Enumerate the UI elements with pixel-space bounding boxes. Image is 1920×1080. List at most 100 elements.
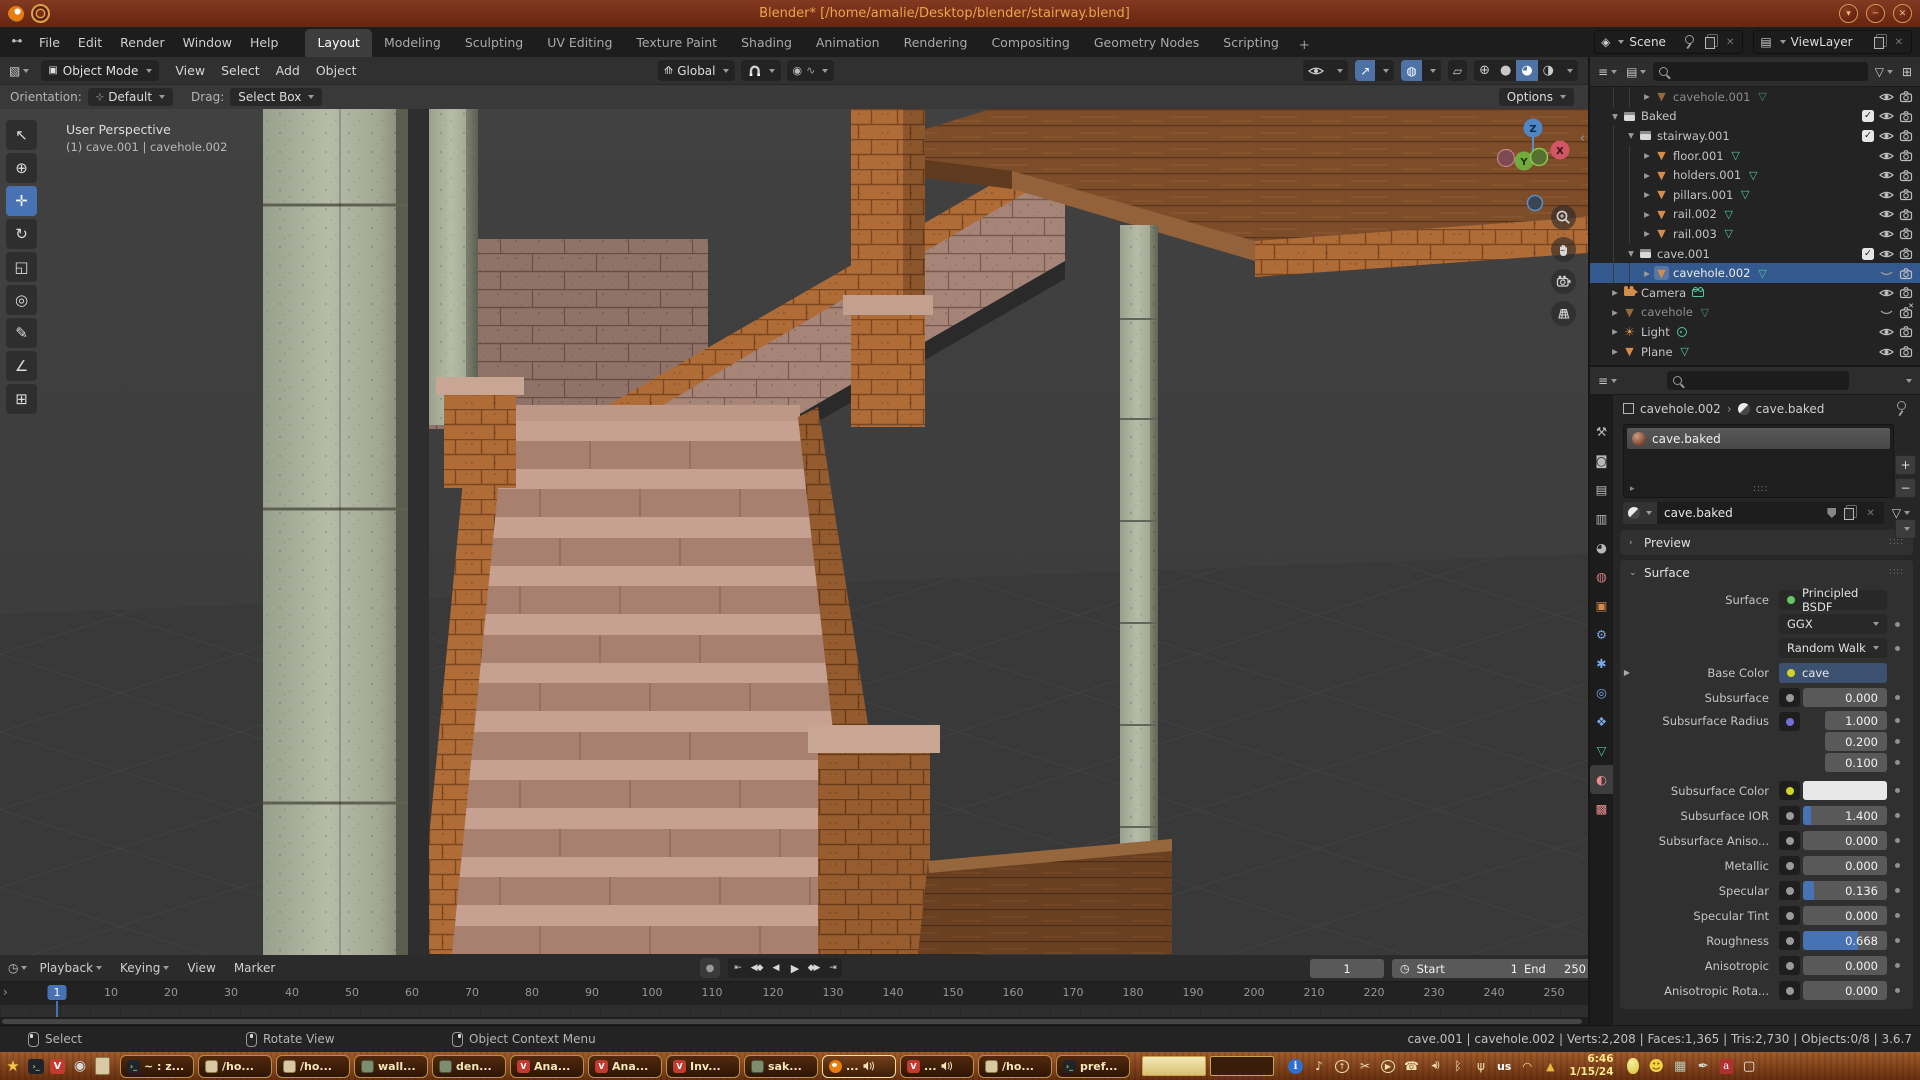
navigation-gizmo[interactable]: Z X Y [1494, 115, 1572, 193]
render-visibility-icon[interactable] [1899, 90, 1913, 103]
decorator-dot[interactable] [1890, 695, 1905, 700]
expand-arrow-icon[interactable]: ▶ [1620, 668, 1634, 677]
sss-method-dropdown[interactable]: Random Walk [1779, 638, 1887, 658]
taskbar-window-button[interactable]: Inv... [666, 1055, 740, 1078]
new-scene-icon[interactable] [1705, 37, 1715, 49]
taskbar-window-button[interactable]: Ana... [510, 1055, 584, 1078]
window-minimize-button[interactable]: ─ [1866, 4, 1885, 23]
timeline-menu[interactable]: Keying [112, 958, 177, 978]
tray-icon[interactable]: ✂ [1358, 1059, 1372, 1073]
base-color-field[interactable]: cave [1779, 663, 1887, 683]
workspace-tab[interactable]: Shading [729, 29, 804, 57]
outliner-row[interactable]: Baked [1590, 107, 1920, 127]
taskbar-app-icon[interactable]: ✒ [1696, 1059, 1710, 1074]
expand-arrow-icon[interactable] [1608, 327, 1622, 336]
browse-material-button[interactable] [1623, 502, 1657, 524]
pan-hand-icon[interactable] [1551, 237, 1576, 262]
input-socket-button[interactable] [1779, 906, 1800, 925]
render-visibility-icon[interactable] [1899, 129, 1913, 142]
timeline-editor-type-button[interactable]: ◷ [6, 960, 29, 976]
input-socket-button[interactable] [1779, 881, 1800, 900]
topbar-menu[interactable]: Edit [69, 31, 111, 54]
solid-shading-button[interactable]: ● [1495, 60, 1516, 81]
frame-end-field[interactable]: End 250 [1516, 959, 1588, 978]
workspace-tab[interactable]: Layout [305, 29, 372, 57]
workspace-tab[interactable]: Compositing [979, 29, 1081, 57]
material-name-field[interactable]: cave.baked ✕ [1657, 502, 1884, 524]
taskbar-window-button[interactable]: ~ : z... [120, 1055, 194, 1078]
properties-tab[interactable]: ✱ [1590, 649, 1613, 678]
eye-open-icon[interactable] [1879, 189, 1894, 201]
viewport-tool-button[interactable]: ∠ [6, 351, 37, 381]
expand-arrow-icon[interactable] [1640, 210, 1654, 219]
render-visibility-icon[interactable] [1899, 247, 1913, 260]
outliner-row[interactable]: Light [1590, 322, 1920, 342]
decorator-dot[interactable] [1890, 760, 1905, 765]
render-visibility-icon[interactable] [1899, 325, 1913, 338]
eye-open-icon[interactable] [1879, 150, 1894, 162]
timeline-menu[interactable]: Marker [226, 958, 283, 978]
eye-open-icon[interactable] [1879, 110, 1894, 122]
gizmos-toggle[interactable]: ↗ [1355, 60, 1394, 81]
taskbar-window-button[interactable]: Ana... [588, 1055, 662, 1078]
render-visibility-icon[interactable] [1899, 188, 1913, 201]
decorator-dot[interactable] [1890, 813, 1905, 818]
timeline-menu[interactable]: View [179, 958, 223, 978]
properties-tab[interactable]: ◙ [1590, 446, 1613, 475]
properties-options-button[interactable] [1901, 378, 1914, 384]
render-visibility-icon[interactable] [1899, 227, 1913, 240]
outliner-row[interactable]: holders.001 [1590, 165, 1920, 185]
outliner-filter-button[interactable]: ▽ [1873, 64, 1895, 80]
timeline-track[interactable] [0, 1005, 1588, 1017]
input-socket-button[interactable] [1779, 781, 1800, 800]
taskbar-app-icon[interactable] [1626, 1058, 1640, 1074]
new-viewlayer-icon[interactable] [1874, 37, 1884, 49]
viewport-menu[interactable]: Select [213, 60, 268, 81]
properties-tab[interactable]: ▣ [1590, 591, 1613, 620]
sidebar-collapse-arrow[interactable]: ‹ [1580, 131, 1585, 146]
taskbar-app-icon[interactable]: ☻ [1649, 1057, 1665, 1075]
new-collection-button[interactable]: ⊞ [1900, 64, 1914, 80]
decorator-dot[interactable] [1890, 888, 1905, 893]
taskbar-window-button[interactable]: ... [822, 1055, 896, 1078]
tray-icon[interactable]: ♪ [1312, 1059, 1326, 1073]
properties-tab[interactable]: ◎ [1590, 678, 1613, 707]
auto-keying-record-button[interactable]: ● [700, 958, 720, 978]
viewport-tool-button[interactable]: ✎ [6, 318, 37, 348]
slot-grip-icon[interactable] [1753, 484, 1768, 495]
decorator-dot[interactable] [1890, 863, 1905, 868]
property-slider[interactable]: 0.000 [1803, 906, 1887, 925]
topbar-menu[interactable]: Help [241, 31, 288, 54]
tray-icon[interactable]: ᛒ [1451, 1059, 1465, 1073]
eye-open-icon[interactable] [1879, 130, 1894, 142]
decorator-dot[interactable] [1890, 788, 1905, 793]
eye-open-icon[interactable] [1879, 248, 1894, 260]
workspace-tab[interactable]: Texture Paint [624, 29, 729, 57]
mode-dropdown[interactable]: ▣ Object Mode [41, 60, 159, 81]
property-slider[interactable]: 1.400 [1803, 806, 1887, 825]
frame-start-field[interactable]: ◷ Start 1 [1392, 959, 1526, 978]
outliner-row[interactable]: cave.001 [1590, 244, 1920, 264]
properties-editor-icon[interactable]: ≡ [1596, 373, 1619, 389]
decorator-dot[interactable] [1890, 938, 1905, 943]
properties-tab[interactable]: ◕ [1590, 533, 1613, 562]
outliner-row[interactable]: Plane [1590, 342, 1920, 362]
outliner-search-input[interactable] [1653, 62, 1867, 81]
properties-search-input[interactable] [1667, 371, 1849, 390]
wireframe-shading-button[interactable]: ⊕ [1474, 60, 1495, 81]
tray-icon[interactable]: ☎ [1404, 1059, 1419, 1073]
slot-specials-button[interactable] [1895, 519, 1916, 539]
taskbar-app-icon[interactable]: ▦ [1673, 1059, 1687, 1074]
workspace-button[interactable] [1210, 1056, 1274, 1076]
tray-icon[interactable]: ▲ [1543, 1060, 1557, 1073]
subsurface-radius-slider[interactable]: 0.100 [1825, 753, 1887, 772]
topbar-menu[interactable]: File [30, 31, 69, 54]
play-button[interactable]: ▶ [785, 958, 804, 978]
properties-tab[interactable]: ▤ [1590, 475, 1613, 504]
timeline-ruler[interactable]: 10 20 30 40 50 60 70 80 90 100 110 [0, 981, 1588, 1006]
input-socket-button[interactable] [1779, 931, 1800, 950]
taskbar-window-button[interactable]: wall... [354, 1055, 428, 1078]
add-workspace-button[interactable]: + [1291, 34, 1318, 57]
expand-arrow-icon[interactable] [1608, 347, 1622, 356]
expand-arrow-icon[interactable] [1640, 269, 1654, 278]
